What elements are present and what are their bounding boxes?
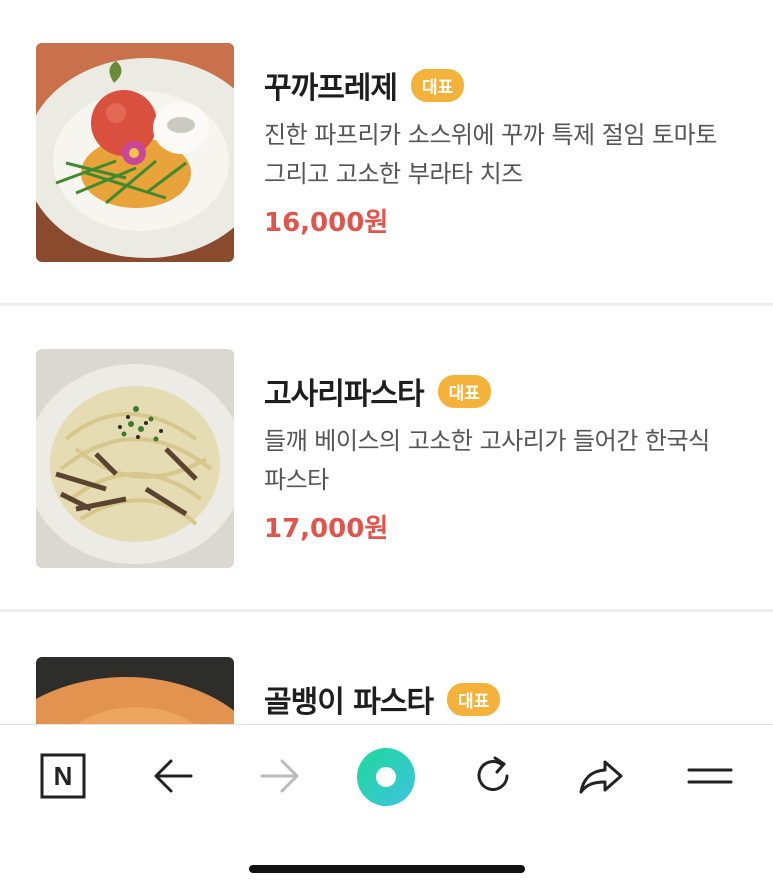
menu-item-price: 17,000원 bbox=[264, 514, 389, 544]
menu-icon bbox=[687, 768, 733, 784]
naver-home-icon: N bbox=[40, 753, 86, 799]
forward-arrow-icon bbox=[260, 759, 299, 793]
back-button[interactable] bbox=[143, 751, 203, 801]
menu-item-description: 들깨 베이스의 고소한 고사리가 들어간 한국식 파스타 bbox=[264, 427, 710, 494]
signature-badge: 대표 bbox=[411, 68, 465, 102]
title-row: 꾸까프레제 대표 bbox=[264, 62, 744, 108]
menu-list: 꾸까프레제 대표 진한 파프리카 소스위에 꾸까 특제 절임 토마토 그리고 고… bbox=[0, 0, 773, 724]
menu-item[interactable]: 골뱅이 파스타 대표 bbox=[0, 614, 773, 724]
menu-item-name: 꾸까프레제 bbox=[264, 71, 398, 106]
svg-text:N: N bbox=[54, 761, 73, 791]
green-dot-icon bbox=[357, 748, 415, 806]
menu-item-info: 골뱅이 파스타 대표 bbox=[264, 676, 744, 722]
back-arrow-icon bbox=[154, 759, 193, 793]
browser-toolbar: N bbox=[0, 724, 773, 893]
menu-item-photo[interactable] bbox=[36, 657, 234, 724]
home-indicator bbox=[249, 865, 525, 873]
refresh-button[interactable] bbox=[463, 751, 523, 801]
share-button[interactable] bbox=[571, 751, 631, 801]
green-dot-button[interactable] bbox=[354, 745, 418, 809]
menu-item-info: 꾸까프레제 대표 진한 파프리카 소스위에 꾸까 특제 절임 토마토 그리고 고… bbox=[264, 62, 744, 239]
signature-badge: 대표 bbox=[447, 682, 501, 716]
menu-item-photo[interactable] bbox=[36, 43, 234, 262]
menu-item-info: 고사리파스타 대표 들깨 베이스의 고소한 고사리가 들어간 한국식 파스타 1… bbox=[264, 368, 744, 545]
title-row: 고사리파스타 대표 bbox=[264, 368, 744, 414]
menu-item-photo[interactable] bbox=[36, 349, 234, 568]
caprese-photo bbox=[36, 43, 234, 262]
naver-home-button[interactable]: N bbox=[33, 751, 93, 801]
refresh-icon bbox=[477, 756, 509, 791]
forward-button[interactable] bbox=[250, 751, 310, 801]
menu-item-description: 진한 파프리카 소스위에 꾸까 특제 절임 토마토 그리고 고소한 부라타 치즈 bbox=[264, 121, 717, 188]
menu-item-name: 고사리파스타 bbox=[264, 377, 425, 412]
fern-pasta-photo bbox=[36, 349, 234, 568]
menu-item-price: 16,000원 bbox=[264, 208, 389, 238]
title-row: 골뱅이 파스타 대표 bbox=[264, 676, 744, 722]
menu-item[interactable]: 고사리파스타 대표 들깨 베이스의 고소한 고사리가 들어간 한국식 파스타 1… bbox=[0, 306, 773, 612]
share-icon bbox=[579, 760, 623, 794]
signature-badge: 대표 bbox=[437, 374, 491, 408]
menu-item[interactable]: 꾸까프레제 대표 진한 파프리카 소스위에 꾸까 특제 절임 토마토 그리고 고… bbox=[0, 0, 773, 306]
whelk-pasta-photo bbox=[36, 657, 234, 724]
menu-item-name: 골뱅이 파스타 bbox=[264, 685, 434, 720]
divider bbox=[0, 609, 773, 612]
menu-button[interactable] bbox=[680, 751, 740, 801]
